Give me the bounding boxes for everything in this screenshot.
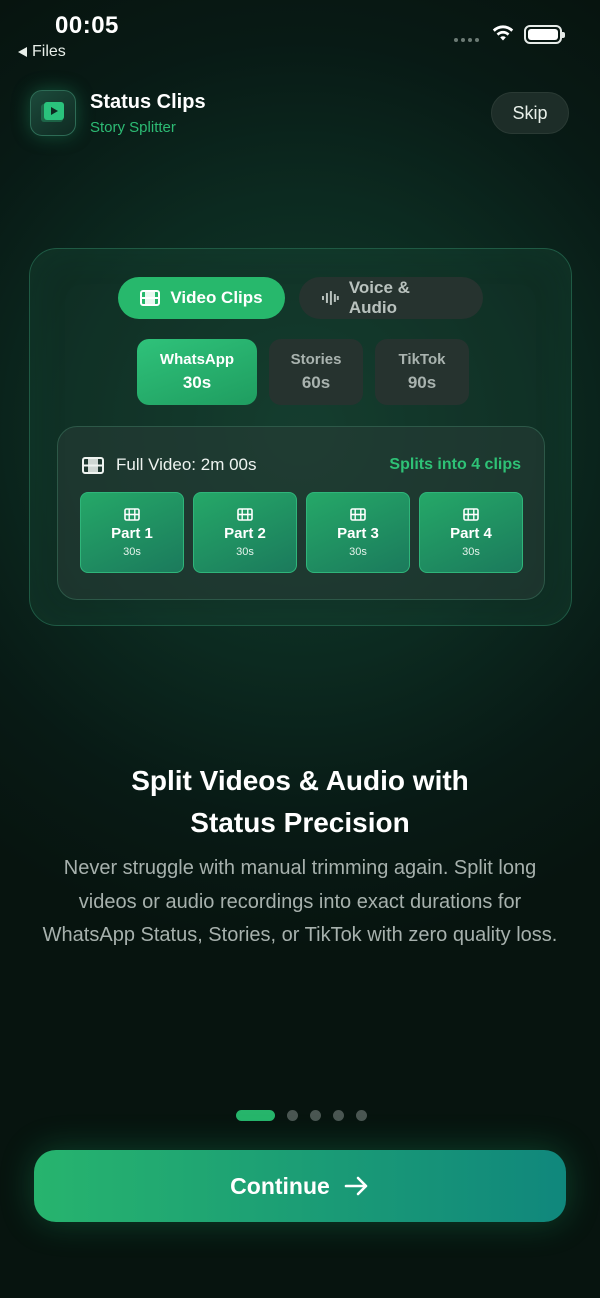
platform-selector: WhatsApp 30s Stories 60s TikTok 90s [137,339,469,405]
platform-name: Stories [290,351,342,368]
skip-button[interactable]: Skip [491,92,569,134]
page-dot [310,1110,321,1121]
headline-line-2: Status Precision [190,807,410,838]
part-label: Part 4 [450,524,492,542]
page-dot [287,1110,298,1121]
tab-video-clips[interactable]: Video Clips [118,277,285,319]
app-logo-icon [30,90,76,136]
part-label: Part 1 [111,524,153,542]
onboarding-description: Never struggle with manual trimming agai… [42,857,558,946]
app-subtitle: Story Splitter [90,119,176,136]
full-video-label: Full Video: 2m 00s [116,455,257,474]
part-tile: Part 2 30s [193,492,297,573]
part-tile: Part 3 30s [306,492,410,573]
parts-list: Part 1 30s Part 2 30s Part 3 30s Part 4 … [80,492,523,573]
platform-name: WhatsApp [159,351,235,368]
platform-tiktok[interactable]: TikTok 90s [375,339,469,405]
film-icon [82,456,104,474]
part-label: Part 3 [337,524,379,542]
back-label: Files [32,43,66,60]
page-indicator [236,1110,367,1121]
signal-icon [454,38,479,42]
part-tile: Part 1 30s [80,492,184,573]
back-to-files-link[interactable]: Files [18,43,66,61]
wifi-icon [492,25,514,41]
onboarding-headline: Split Videos & Audio with Status Precisi… [60,760,540,844]
continue-button[interactable]: Continue [34,1150,566,1222]
page-dot [356,1110,367,1121]
platform-duration: 60s [301,373,331,392]
part-duration: 30s [123,545,141,558]
part-duration: 30s [236,545,254,558]
battery-icon [524,25,565,44]
part-duration: 30s [349,545,367,558]
film-icon [463,507,479,521]
film-icon [237,507,253,521]
film-icon [350,507,366,521]
splits-count: Splits into 4 clips [389,456,521,473]
feature-preview-card: Video Clips Voice & Audio WhatsApp 30s S… [29,248,572,626]
film-icon [124,507,140,521]
page-dot-active [236,1110,275,1121]
film-icon [140,290,161,306]
platform-duration: 30s [182,373,212,392]
part-label: Part 2 [224,524,266,542]
headline-line-1: Split Videos & Audio with [131,765,469,796]
waveform-icon [321,291,339,305]
platform-whatsapp[interactable]: WhatsApp 30s [137,339,257,405]
split-preview-panel: Full Video: 2m 00s Splits into 4 clips P… [57,426,545,600]
tab-label: Voice & Audio [348,278,410,317]
full-video-info: Full Video: 2m 00s [82,455,256,475]
status-time: 00:05 [55,12,119,39]
arrow-right-icon [344,1176,368,1196]
app-title: Status Clips [90,91,206,113]
platform-name: TikTok [398,351,446,368]
status-bar: 00:05 Files [0,0,600,70]
page-dot [333,1110,344,1121]
back-arrow-icon [18,47,27,57]
continue-label: Continue [230,1172,330,1199]
tab-voice-audio[interactable]: Voice & Audio [299,277,483,319]
part-tile: Part 4 30s [419,492,523,573]
app-header: Status Clips Story Splitter Skip [30,88,570,140]
tab-label: Video Clips [170,288,263,307]
platform-duration: 90s [407,373,437,392]
mode-tabs: Video Clips Voice & Audio [118,277,483,319]
platform-stories[interactable]: Stories 60s [269,339,363,405]
part-duration: 30s [462,545,480,558]
